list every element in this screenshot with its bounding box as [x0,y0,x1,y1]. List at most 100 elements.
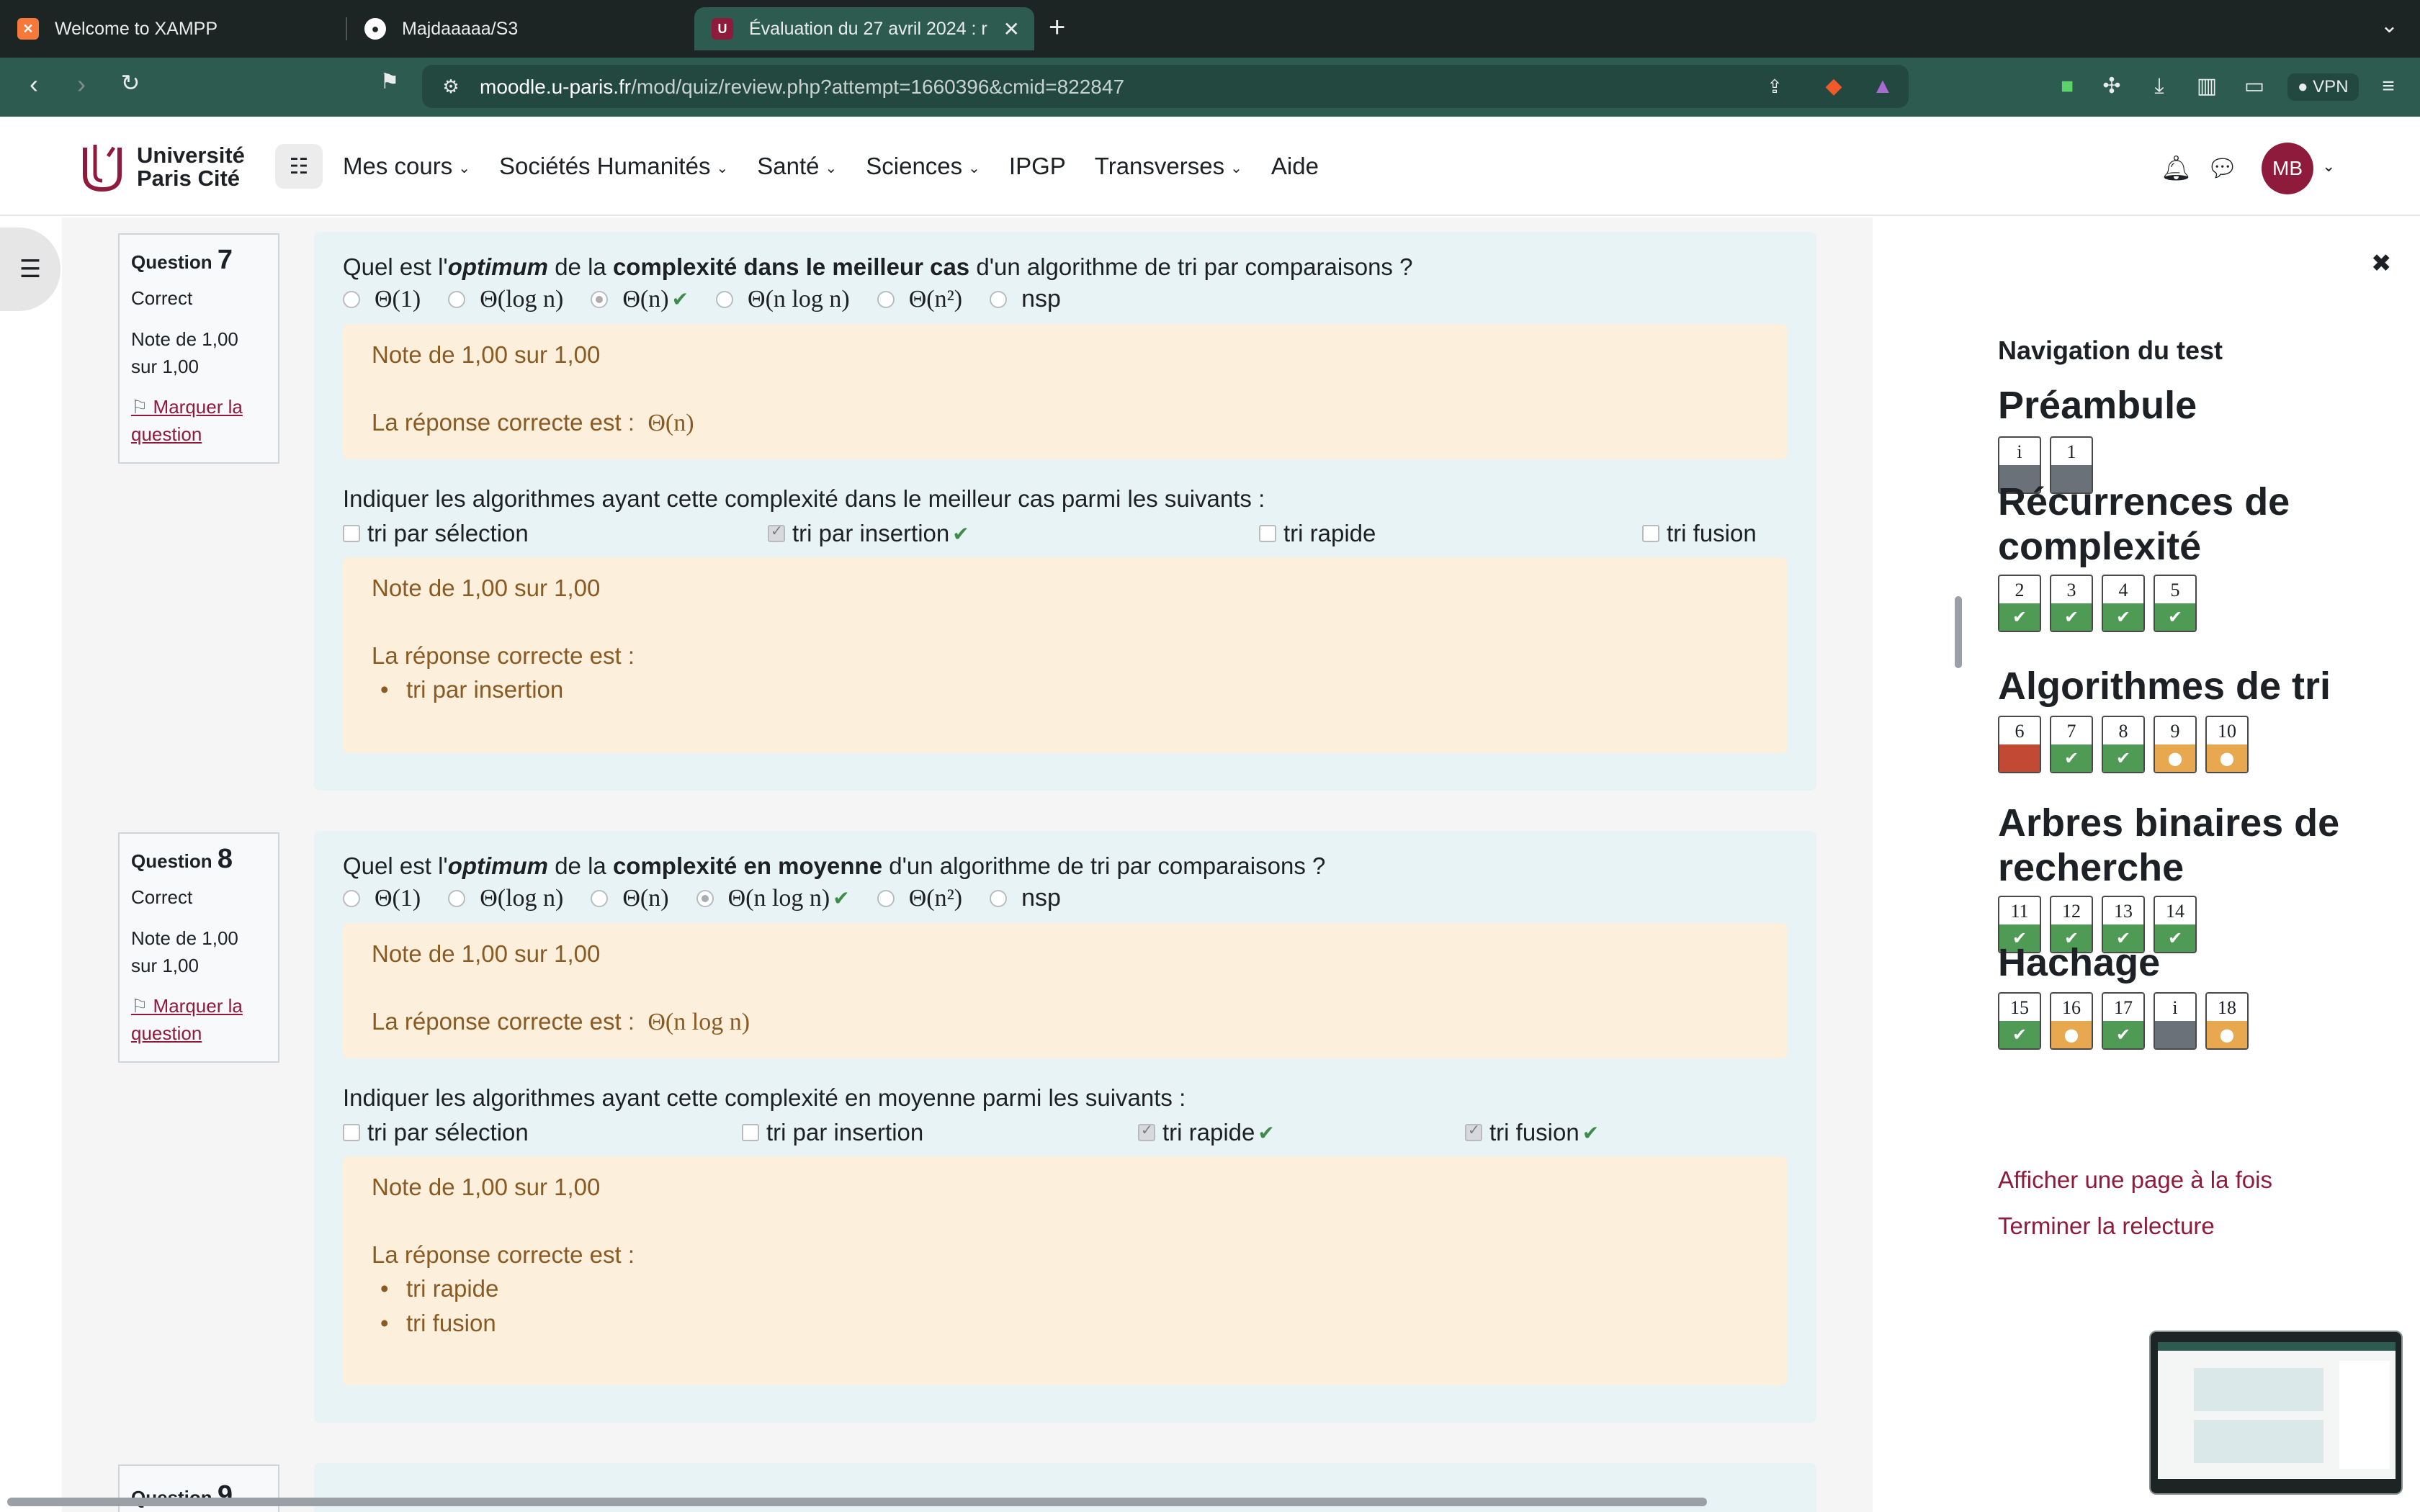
answer-option[interactable]: Θ(1) [343,885,421,912]
open-course-index-button[interactable]: ☰ [0,228,60,311]
vpn-button[interactable]: ● VPN [2287,73,2359,101]
answer-option[interactable]: Θ(n) [591,885,669,912]
radio-button[interactable] [716,290,734,308]
checkbox-option[interactable]: tri par sélection [343,520,529,547]
checkbox[interactable] [1465,1121,1482,1141]
checkbox[interactable] [343,1124,360,1141]
vertical-scrollbar[interactable] [1955,596,1962,668]
answer-option[interactable]: Θ(log n) [448,885,563,912]
finish-review-link[interactable]: Terminer la relecture [1998,1212,2215,1240]
nav-item-sciences[interactable]: Sciences ⌄ [866,153,980,180]
quiz-nav-button[interactable]: 18 ● [2205,992,2249,1050]
answer-option[interactable]: Θ(n²) [877,286,962,313]
browser-tab-github[interactable]: ● Majdaaaaa/S3 [347,7,693,50]
close-drawer-icon[interactable]: ✖ [2371,249,2392,278]
flag-question-link[interactable]: ⚐ Marquer la question [131,992,266,1047]
nav-button-row: 15 ✔ 16 ● 17 ✔ i 18 ● [1998,992,2249,1050]
browser-tab-evaluation[interactable]: U Évaluation du 27 avril 2024 : r ✕ [694,7,1034,50]
download-icon[interactable]: ⤓ [2145,72,2174,101]
university-logo[interactable]: Université Paris Cité [79,140,245,194]
course-index-button[interactable]: ☷ [275,144,323,189]
checkbox-option[interactable]: tri par insertion✔ [768,520,969,547]
nav-item-transverses[interactable]: Transverses ⌄ [1095,153,1242,180]
quiz-nav-button[interactable]: 2 ✔ [1998,575,2041,632]
menu-icon[interactable]: ≡ [2374,72,2403,101]
checkbox[interactable] [1642,525,1659,542]
quiz-nav-button[interactable]: 5 ✔ [2154,575,2197,632]
checkbox-option[interactable]: tri fusion [1642,520,1757,547]
reload-icon[interactable]: ↻ [114,69,147,96]
checkbox[interactable] [1138,1121,1155,1141]
show-one-page-link[interactable]: Afficher une page à la fois [1998,1166,2272,1194]
quiz-nav-button[interactable]: 16 ● [2050,992,2093,1050]
quiz-nav-button[interactable]: 6 [1998,716,2041,773]
user-menu-chevron-icon[interactable]: ⌄ [2322,157,2335,176]
quiz-nav-button[interactable]: 4 ✔ [2102,575,2145,632]
nav-item-mes-cours[interactable]: Mes cours ⌄ [343,153,470,180]
answer-option[interactable]: nsp [990,884,1061,912]
flag-icon: ⚐ [131,995,153,1017]
checkbox-option[interactable]: tri rapide [1259,520,1376,547]
back-icon[interactable]: ‹ [17,69,50,99]
brave-shield-icon[interactable]: ◆ [1819,72,1848,101]
messages-icon[interactable]: 💬︎ [2207,154,2238,183]
nav-item-aide[interactable]: Aide [1271,153,1319,180]
radio-button[interactable] [877,889,895,907]
close-tab-icon[interactable]: ✕ [1003,17,1020,41]
tab-list-chevron-icon[interactable]: ⌄ [2380,13,2398,38]
url-bar[interactable]: ⚙ moodle.u-paris.fr/mod/quiz/review.php?… [422,65,1909,108]
new-tab-icon[interactable]: + [1049,12,1065,44]
radio-button[interactable] [990,889,1008,907]
share-icon[interactable]: ⇪ [1760,72,1789,101]
horizontal-scrollbar[interactable] [7,1498,1707,1506]
checkbox-option[interactable]: tri par insertion [742,1119,923,1146]
screenshot-preview-thumbnail[interactable] [2149,1331,2403,1495]
checkbox[interactable] [768,522,785,542]
quiz-nav-button[interactable]: i [2154,992,2197,1050]
radio-button[interactable] [448,889,466,907]
flag-question-link[interactable]: ⚐ Marquer la question [131,393,266,448]
checkbox-option[interactable]: tri rapide✔ [1138,1119,1275,1146]
answer-option[interactable]: Θ(1) [343,286,421,313]
answer-option[interactable]: Θ(n log n) [716,286,850,313]
nav-item-ipgp[interactable]: IPGP [1009,153,1066,180]
nav-item-sociétés-humanités[interactable]: Sociétés Humanités ⌄ [499,153,728,180]
answer-option[interactable]: Θ(n²) [877,885,962,912]
quiz-nav-button[interactable]: 10 ● [2205,716,2249,773]
quiz-nav-button[interactable]: 17 ✔ [2102,992,2145,1050]
checkbox[interactable] [343,525,360,542]
radio-button[interactable] [990,290,1008,308]
quiz-nav-button[interactable]: 7 ✔ [2050,716,2093,773]
wallet-icon[interactable]: ▭ [2240,72,2269,101]
answer-option[interactable]: nsp [990,285,1061,313]
site-settings-icon[interactable]: ⚙ [436,72,465,101]
radio-button[interactable] [591,290,609,308]
notifications-bell-icon[interactable]: 🔔︎ [2161,154,2192,183]
answer-option[interactable]: Θ(n) ✔ [591,286,689,313]
checkbox-option[interactable]: tri par sélection [343,1119,529,1146]
radio-button[interactable] [343,889,360,907]
sidebar-icon[interactable]: ▥ [2192,72,2221,101]
checkbox[interactable] [742,1124,759,1141]
radio-button[interactable] [877,290,895,308]
checkbox-option[interactable]: tri fusion✔ [1465,1119,1599,1146]
nav-item-santé[interactable]: Santé ⌄ [757,153,837,180]
extension-icon[interactable]: ■ [2053,72,2081,101]
radio-button[interactable] [343,290,360,308]
quiz-nav-button[interactable]: 15 ✔ [1998,992,2041,1050]
quiz-nav-button[interactable]: 9 ● [2154,716,2197,773]
puzzle-extensions-icon[interactable]: ✣ [2097,72,2126,101]
radio-button[interactable] [696,889,714,907]
radio-button[interactable] [448,290,466,308]
forward-icon[interactable]: › [65,69,98,99]
answer-option[interactable]: Θ(n log n) ✔ [696,885,850,912]
quiz-nav-button[interactable]: 8 ✔ [2102,716,2145,773]
bookmark-icon[interactable]: ⚑ [373,69,406,94]
quiz-nav-button[interactable]: 3 ✔ [2050,575,2093,632]
user-avatar[interactable]: MB [2262,143,2313,194]
brave-rewards-icon[interactable]: ▲ [1868,72,1897,101]
checkbox[interactable] [1259,525,1276,542]
browser-tab-xampp[interactable]: ✕ Welcome to XAMPP [0,7,346,50]
radio-button[interactable] [591,889,609,907]
answer-option[interactable]: Θ(log n) [448,286,563,313]
